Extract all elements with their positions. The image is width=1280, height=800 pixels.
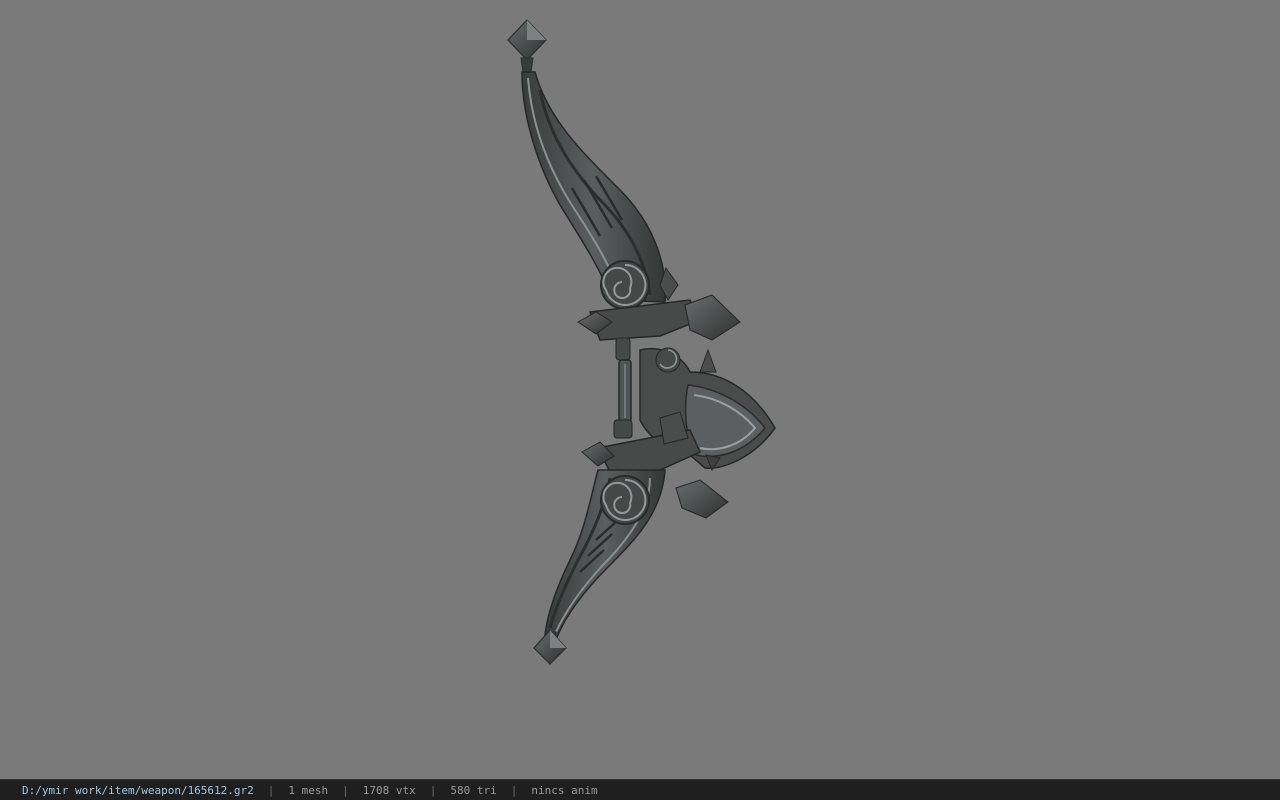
file-path-label: D:/ymir work/item/weapon/165612.gr2 [22,783,254,797]
3d-viewport[interactable] [0,0,1280,779]
status-separator: | [510,783,518,797]
animation-status-label: nincs anim [531,783,598,797]
lower-limb [544,469,666,642]
status-separator: | [267,783,275,797]
bottom-tip-gem [533,629,567,665]
bow-model[interactable] [0,0,1280,779]
status-separator: | [429,783,437,797]
triangle-count-label: 580 tri [450,783,497,797]
status-separator: | [342,783,349,797]
vertex-count-label: 1708 vtx [362,783,416,797]
grip-handle [613,337,633,439]
upper-limb [521,71,667,310]
mesh-count-label: 1 mesh [288,783,329,797]
status-bar: D:/ymir work/item/weapon/165612.gr2 | 1 … [0,779,1280,800]
top-tip-gem [507,19,547,73]
